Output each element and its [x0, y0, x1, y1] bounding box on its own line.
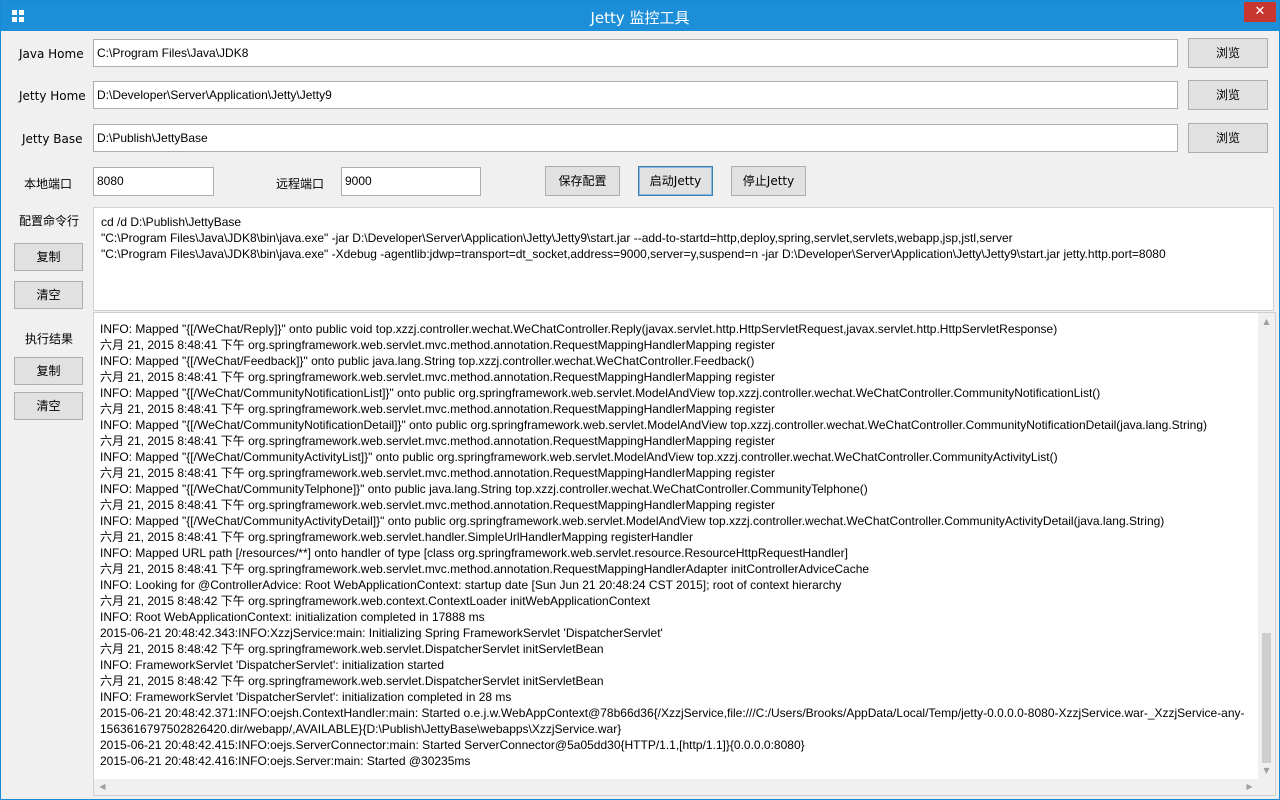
log-line: 2015-06-21 20:48:42.416:INFO:oejs.Server… — [100, 754, 471, 768]
remote-port-label: 远程端口 — [276, 177, 325, 191]
log-line: INFO: Mapped "{[/WeChat/CommunityNotific… — [100, 386, 1101, 400]
main-window: Jetty 监控工具 ✕ Java Home C:\Program Files\… — [0, 0, 1280, 800]
window-title: Jetty 监控工具 — [590, 9, 690, 27]
log-line: 六月 21, 2015 8:48:41 下午 org.springframewo… — [100, 434, 776, 448]
log-line: 六月 21, 2015 8:48:41 下午 org.springframewo… — [100, 370, 776, 384]
java-home-label: Java Home — [19, 47, 84, 61]
log-line: 六月 21, 2015 8:48:41 下午 org.springframewo… — [100, 562, 870, 576]
start-jetty-button[interactable]: 启动Jetty — [638, 166, 713, 196]
log-line: 六月 21, 2015 8:48:41 下午 org.springframewo… — [100, 530, 693, 544]
log-line: INFO: Mapped "{[/WeChat/CommunityTelphon… — [100, 482, 868, 496]
result-clear-button[interactable]: 清空 — [14, 392, 83, 420]
log-line: 六月 21, 2015 8:48:41 下午 org.springframewo… — [100, 498, 776, 512]
remote-port-input[interactable]: 9000 — [341, 167, 481, 196]
log-line: INFO: FrameworkServlet 'DispatcherServle… — [100, 658, 445, 672]
log-vertical-scrollbar[interactable]: ▲ ▼ — [1258, 313, 1275, 779]
jetty-home-input[interactable]: D:\Developer\Server\Application\Jetty\Je… — [93, 81, 1178, 109]
jetty-base-input[interactable]: D:\Publish\JettyBase — [93, 124, 1178, 152]
scroll-right-icon[interactable]: ▶ — [1241, 779, 1258, 795]
config-clear-button[interactable]: 清空 — [14, 281, 83, 309]
log-line: INFO: Root WebApplicationContext: initia… — [100, 610, 485, 624]
save-config-button[interactable]: 保存配置 — [545, 166, 620, 196]
log-line: 六月 21, 2015 8:48:41 下午 org.springframewo… — [100, 402, 776, 416]
result-label: 执行结果 — [25, 332, 74, 346]
scroll-up-icon[interactable]: ▲ — [1258, 313, 1275, 330]
log-line: INFO: FrameworkServlet 'DispatcherServle… — [100, 690, 512, 704]
log-horizontal-scrollbar[interactable]: ◀ ▶ — [94, 779, 1275, 795]
log-line: 六月 21, 2015 8:48:42 下午 org.springframewo… — [100, 642, 604, 656]
title-bar[interactable]: Jetty 监控工具 ✕ — [1, 1, 1279, 31]
config-copy-button[interactable]: 复制 — [14, 243, 83, 271]
scroll-left-icon[interactable]: ◀ — [94, 779, 111, 795]
java-home-input[interactable]: C:\Program Files\Java\JDK8 — [93, 39, 1178, 67]
local-port-input[interactable]: 8080 — [93, 167, 214, 196]
close-button[interactable]: ✕ — [1244, 2, 1276, 22]
log-line: 六月 21, 2015 8:48:41 下午 org.springframewo… — [100, 466, 776, 480]
log-line: INFO: Mapped "{[/WeChat/Reply]}" onto pu… — [100, 322, 1058, 336]
log-content: INFO: Mapped "{[/WeChat/Reply]}" onto pu… — [100, 321, 1250, 769]
log-line: INFO: Mapped URL path [/resources/**] on… — [100, 546, 848, 560]
result-log-textarea[interactable]: INFO: Mapped "{[/WeChat/Reply]}" onto pu… — [93, 312, 1276, 796]
log-line: INFO: Mapped "{[/WeChat/CommunityActivit… — [100, 514, 1165, 528]
jetty-base-label: Jetty Base — [22, 132, 83, 146]
scroll-thumb[interactable] — [1262, 633, 1271, 763]
log-line: INFO: Mapped "{[/WeChat/CommunityActivit… — [100, 450, 1058, 464]
config-cmd-label: 配置命令行 — [19, 214, 80, 228]
log-line: 2015-06-21 20:48:42.415:INFO:oejs.Server… — [100, 738, 805, 752]
log-line: INFO: Looking for @ControllerAdvice: Roo… — [100, 578, 842, 592]
log-line: 六月 21, 2015 8:48:42 下午 org.springframewo… — [100, 674, 604, 688]
stop-jetty-button[interactable]: 停止Jetty — [731, 166, 806, 196]
log-line: INFO: Mapped "{[/WeChat/Feedback]}" onto… — [100, 354, 755, 368]
scroll-down-icon[interactable]: ▼ — [1258, 762, 1275, 779]
jetty-home-browse-button[interactable]: 浏览 — [1188, 80, 1268, 110]
log-line: 六月 21, 2015 8:48:41 下午 org.springframewo… — [100, 338, 776, 352]
log-line: 2015-06-21 20:48:42.371:INFO:oejsh.Conte… — [100, 706, 1245, 736]
log-line: 2015-06-21 20:48:42.343:INFO:XzzjService… — [100, 626, 663, 640]
log-line: INFO: Mapped "{[/WeChat/CommunityNotific… — [100, 418, 1208, 432]
java-home-browse-button[interactable]: 浏览 — [1188, 38, 1268, 68]
result-copy-button[interactable]: 复制 — [14, 357, 83, 385]
jetty-base-browse-button[interactable]: 浏览 — [1188, 123, 1268, 153]
local-port-label: 本地端口 — [24, 177, 73, 191]
log-line: 六月 21, 2015 8:48:42 下午 org.springframewo… — [100, 594, 651, 608]
jetty-home-label: Jetty Home — [19, 89, 86, 103]
config-command-textarea[interactable]: cd /d D:\Publish\JettyBase "C:\Program F… — [93, 207, 1274, 311]
